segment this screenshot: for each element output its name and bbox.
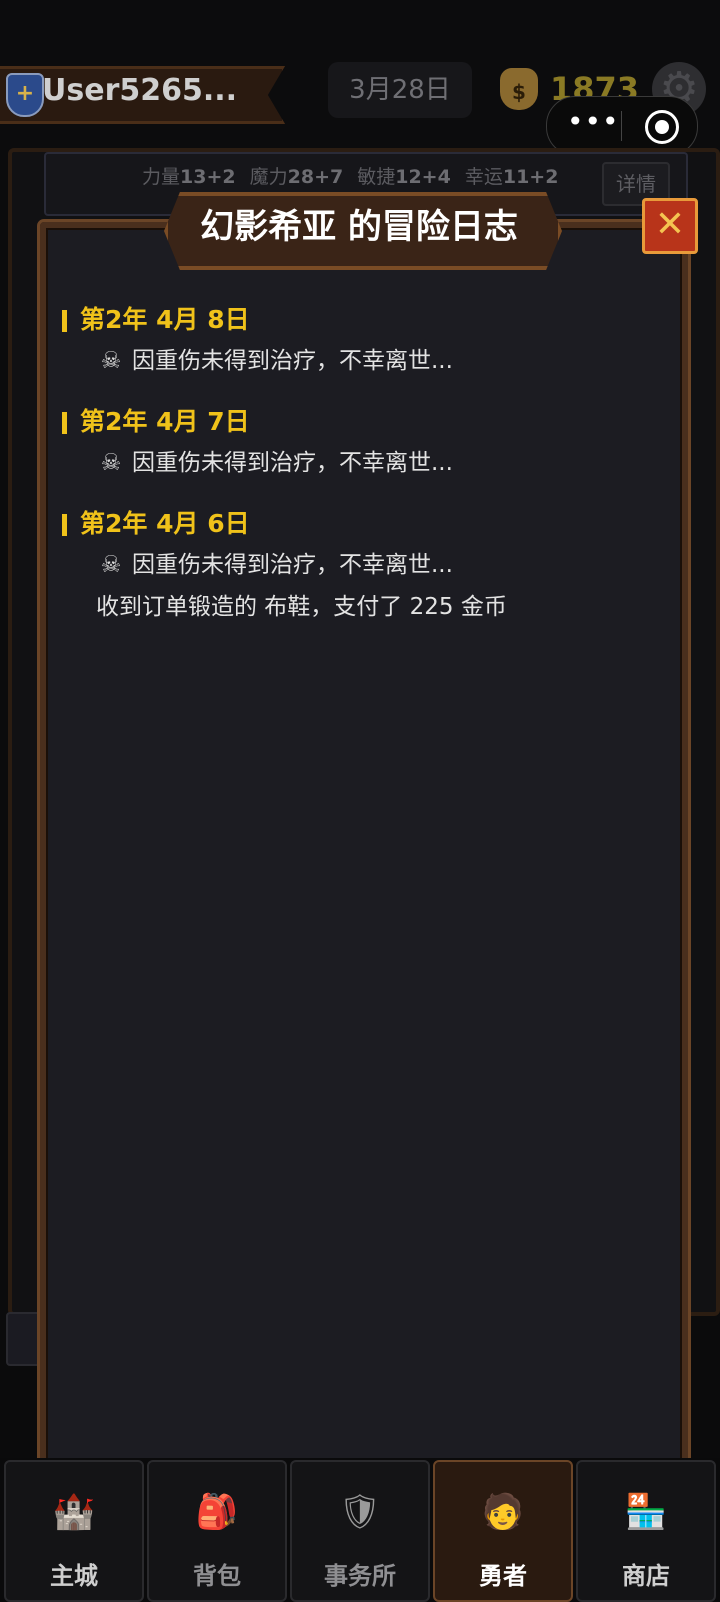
nav-tab-4[interactable]: 🏪 商店 (576, 1460, 716, 1602)
stat-value: 11+2 (502, 166, 559, 188)
log-date: 第2年 4月 7日 (58, 402, 668, 442)
nav-label: 主城 (50, 1562, 98, 1590)
hero-icon: 🧑 (481, 1492, 525, 1532)
side-tab[interactable] (6, 1312, 44, 1366)
modal-title: 幻影希亚 的冒险日志 (200, 207, 518, 247)
shop-icon: 🏪 (624, 1492, 668, 1532)
target-icon[interactable] (645, 110, 679, 144)
log-date-text: 第2年 4月 6日 (80, 509, 250, 538)
nav-tab-3[interactable]: 🧑 勇者 (433, 1460, 573, 1602)
stat-label: 幸运 (464, 166, 503, 188)
stat-label: 敏捷 (357, 166, 396, 188)
skull-icon: ☠ (100, 552, 122, 578)
stat-0: 力量13+2 (142, 166, 236, 188)
more-menu-button[interactable]: ••• (567, 108, 619, 141)
bag-icon: 🎒 (195, 1492, 239, 1532)
log-entry: 第2年 4月 6日 ☠ 因重伤未得到治疗，不幸离世... 收到订单锻造的 布鞋，支付了… (58, 504, 668, 628)
log-line: 收到订单锻造的 布鞋，支付了 225 金币 (58, 586, 668, 628)
skull-icon: ☠ (100, 348, 122, 374)
log-date-text: 第2年 4月 8日 (80, 305, 250, 334)
log-line-text: 因重伤未得到治疗，不幸离世... (132, 552, 453, 578)
log-line: ☠ 因重伤未得到治疗，不幸离世... (58, 340, 668, 382)
skull-icon: ☠ (100, 450, 122, 476)
date-marker (62, 310, 67, 332)
log-list: 第2年 4月 8日 ☠ 因重伤未得到治疗，不幸离世... 第2年 4月 7日 ☠ 因重伤未… (58, 300, 668, 648)
bottom-nav: 🏰 主城 🎒 背包 🛡 事务所 🧑 勇者 🏪 商店 (0, 1458, 720, 1602)
nav-label: 勇者 (479, 1562, 527, 1590)
nav-tab-2[interactable]: 🛡 事务所 (290, 1460, 430, 1602)
money-bag-icon: $ (500, 68, 538, 110)
log-line-text: 因重伤未得到治疗，不幸离世... (132, 450, 453, 476)
stat-value: 12+4 (395, 166, 451, 188)
nav-tab-1[interactable]: 🎒 背包 (147, 1460, 287, 1602)
user-banner[interactable]: + User5265... (0, 66, 285, 124)
log-entry: 第2年 4月 7日 ☠ 因重伤未得到治疗，不幸离世... (58, 402, 668, 484)
stat-1: 魔力28+7 (250, 166, 344, 188)
username: User5265... (42, 73, 238, 108)
log-date-text: 第2年 4月 7日 (80, 407, 250, 436)
stat-value: 13+2 (180, 166, 236, 188)
log-line: ☠ 因重伤未得到治疗，不幸离世... (58, 544, 668, 586)
date-marker (62, 412, 67, 434)
log-line-text: 收到订单锻造的 布鞋，支付了 225 金币 (96, 594, 507, 620)
log-line: ☠ 因重伤未得到治疗，不幸离世... (58, 442, 668, 484)
shield-icon: + (6, 73, 44, 117)
stat-2: 敏捷12+4 (357, 166, 451, 188)
capsule-divider (621, 111, 622, 141)
nav-tab-0[interactable]: 🏰 主城 (4, 1460, 144, 1602)
mini-program-capsule: ••• (546, 96, 698, 156)
nav-label: 事务所 (324, 1562, 396, 1590)
nav-label: 商店 (622, 1562, 670, 1590)
stat-label: 魔力 (249, 166, 288, 188)
guild-shield-icon: 🛡 (338, 1492, 382, 1532)
date-display: 3月28日 (328, 62, 472, 118)
log-entry: 第2年 4月 8日 ☠ 因重伤未得到治疗，不幸离世... (58, 300, 668, 382)
stat-3: 幸运11+2 (465, 166, 559, 188)
log-line-text: 因重伤未得到治疗，不幸离世... (132, 348, 453, 374)
date-marker (62, 514, 67, 536)
stat-value: 28+7 (287, 166, 344, 188)
stats-row: 力量13+2 魔力28+7 敏捷12+4 幸运11+2 (142, 162, 572, 189)
close-button[interactable]: ✕ (642, 198, 698, 254)
stat-label: 力量 (142, 166, 181, 188)
castle-icon: 🏰 (52, 1492, 96, 1532)
log-date: 第2年 4月 8日 (58, 300, 668, 340)
log-date: 第2年 4月 6日 (58, 504, 668, 544)
nav-label: 背包 (193, 1562, 241, 1590)
